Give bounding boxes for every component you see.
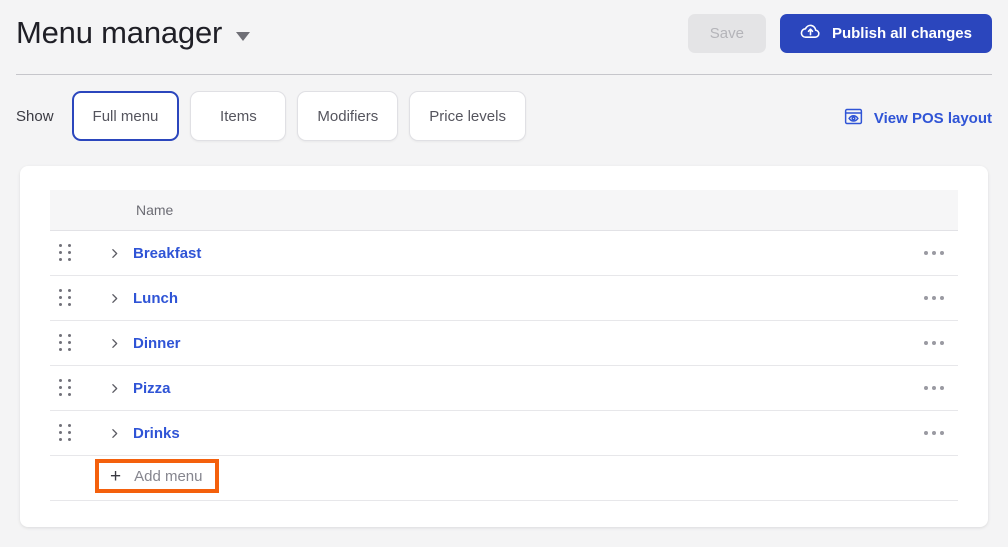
eye-window-icon — [843, 106, 864, 131]
menu-name-link[interactable]: Lunch — [133, 290, 178, 307]
menu-name-link[interactable]: Pizza — [133, 380, 171, 397]
view-pos-layout-link[interactable]: View POS layout — [843, 106, 992, 131]
menu-name-link[interactable]: Drinks — [133, 425, 180, 442]
drag-handle-icon[interactable] — [59, 424, 79, 442]
tab-price-levels[interactable]: Price levels — [409, 91, 526, 141]
show-filter-group: Full menu Items Modifiers Price levels — [71, 91, 526, 141]
tab-modifiers[interactable]: Modifiers — [297, 91, 399, 141]
publish-button-label: Publish all changes — [831, 25, 972, 42]
menu-name-link[interactable]: Dinner — [133, 335, 181, 352]
chevron-right-icon[interactable] — [101, 427, 127, 440]
drag-handle-icon[interactable] — [59, 289, 79, 307]
tab-items[interactable]: Items — [190, 91, 287, 141]
drag-handle-icon[interactable] — [59, 244, 79, 262]
table-row[interactable]: Breakfast — [50, 231, 958, 276]
menu-list-card: Name Breakfast Lunch Dinner Pizza Drinks… — [20, 166, 988, 527]
ellipsis-icon[interactable] — [924, 231, 944, 275]
ellipsis-icon[interactable] — [924, 366, 944, 410]
chevron-right-icon[interactable] — [101, 292, 127, 305]
ellipsis-icon[interactable] — [924, 321, 944, 365]
add-menu-label: Add menu — [134, 467, 203, 485]
publish-all-changes-button[interactable]: Publish all changes — [779, 14, 992, 53]
drag-handle-icon[interactable] — [59, 379, 79, 397]
header-actions: Save Publish all changes — [687, 14, 992, 53]
add-menu-button[interactable]: + Add menu — [95, 459, 219, 493]
filter-bar: Show Full menu Items Modifiers Price lev… — [0, 74, 1008, 152]
table-row[interactable]: Dinner — [50, 321, 958, 366]
column-header-name: Name — [136, 202, 174, 218]
title-group: Menu manager — [16, 13, 251, 53]
ellipsis-icon[interactable] — [924, 411, 944, 455]
chevron-right-icon[interactable] — [101, 337, 127, 350]
table-row[interactable]: Lunch — [50, 276, 958, 321]
page-title: Menu manager — [16, 15, 223, 50]
cloud-upload-icon — [800, 21, 821, 46]
table-header-row: Name — [50, 190, 958, 231]
plus-icon: + — [110, 465, 122, 487]
page-header: Menu manager Save Publish all changes — [0, 0, 1008, 75]
menu-name-link[interactable]: Breakfast — [133, 245, 201, 262]
add-menu-row: + Add menu — [50, 456, 958, 501]
menu-table: Name Breakfast Lunch Dinner Pizza Drinks… — [50, 190, 958, 501]
chevron-down-icon[interactable] — [236, 31, 251, 41]
view-pos-layout-label: View POS layout — [873, 110, 992, 127]
table-row[interactable]: Drinks — [50, 411, 958, 456]
show-label: Show — [16, 107, 54, 125]
save-button[interactable]: Save — [687, 14, 766, 53]
drag-handle-icon[interactable] — [59, 334, 79, 352]
tab-full-menu[interactable]: Full menu — [71, 91, 180, 141]
chevron-right-icon[interactable] — [101, 247, 127, 260]
filter-controls: Show Full menu Items Modifiers Price lev… — [16, 91, 526, 141]
table-row[interactable]: Pizza — [50, 366, 958, 411]
chevron-right-icon[interactable] — [101, 382, 127, 395]
ellipsis-icon[interactable] — [924, 276, 944, 320]
